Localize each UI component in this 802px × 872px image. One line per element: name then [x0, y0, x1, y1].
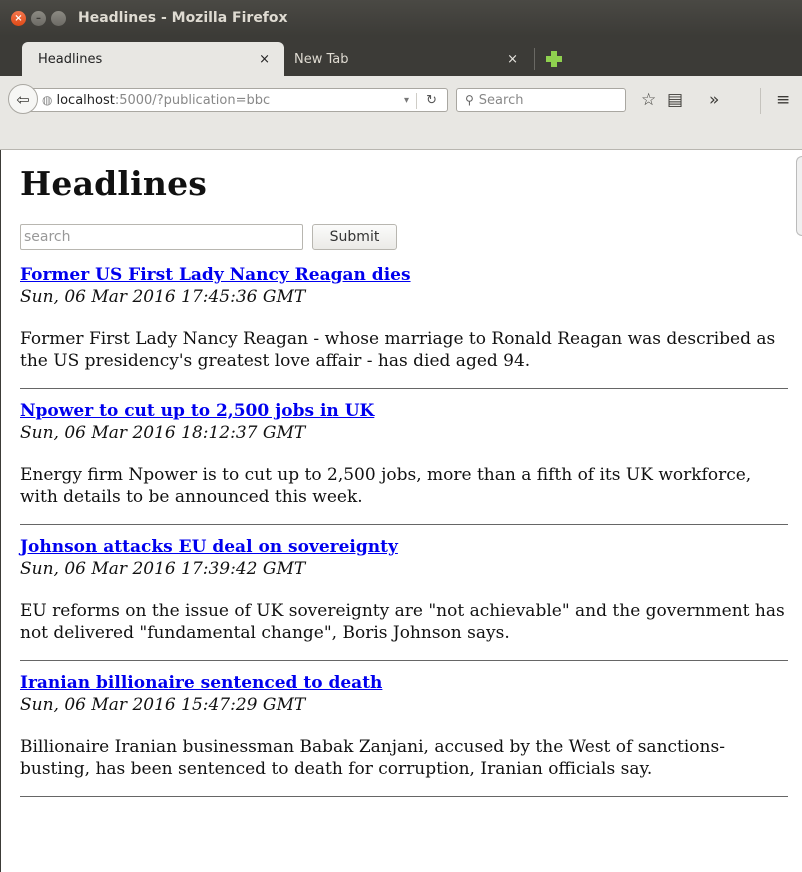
overflow-chevron-icon[interactable]: » — [709, 90, 719, 110]
toolbar-divider — [760, 88, 761, 114]
back-button[interactable]: ⇦ — [8, 84, 38, 114]
page-title: Headlines — [20, 164, 208, 203]
search-icon: ⚲ — [465, 93, 474, 107]
article-summary: EU reforms on the issue of UK sovereignt… — [20, 601, 785, 643]
search-placeholder: Search — [478, 92, 524, 108]
tab-separator — [534, 48, 535, 70]
window-title: Headlines - Mozilla Firefox — [78, 10, 288, 26]
bookmark-star-icon[interactable]: ☆ — [641, 90, 656, 110]
reload-icon[interactable]: ↻ — [426, 93, 437, 108]
url-bar[interactable]: ◍ localhost:5000/?publication=bbc ▾ ↻ — [24, 88, 448, 112]
reading-list-icon[interactable]: ▤ — [667, 90, 683, 110]
window-titlebar: × – Headlines - Mozilla Firefox — [0, 0, 802, 36]
scroll-edge — [796, 156, 802, 236]
page-content: Headlines Submit Former US First Lady Na… — [20, 150, 788, 797]
tab-label: New Tab — [294, 51, 349, 67]
tab-headlines[interactable]: Headlines × — [22, 42, 284, 76]
submit-button[interactable]: Submit — [312, 224, 397, 250]
article-summary: Former First Lady Nancy Reagan - whose m… — [20, 329, 776, 371]
url-separator — [416, 93, 417, 109]
tab-strip: Headlines × New Tab × — [0, 36, 802, 76]
window-maximize-button[interactable] — [51, 10, 66, 26]
article-date: Sun, 06 Mar 2016 15:47:29 GMT — [20, 695, 306, 715]
article-item: Iranian billionaire sentenced to death S… — [20, 672, 788, 797]
article-date: Sun, 06 Mar 2016 17:39:42 GMT — [20, 559, 306, 579]
globe-icon: ◍ — [42, 93, 53, 107]
article-divider — [20, 524, 788, 525]
search-input[interactable] — [20, 224, 303, 250]
url-host: localhost — [56, 92, 115, 108]
window-close-button[interactable]: × — [11, 10, 26, 26]
article-title-link[interactable]: Former US First Lady Nancy Reagan dies — [20, 264, 788, 286]
article-divider — [20, 660, 788, 661]
article-item: Johnson attacks EU deal on sovereignty S… — [20, 536, 788, 661]
article-date: Sun, 06 Mar 2016 18:12:37 GMT — [20, 423, 306, 443]
tab-label: Headlines — [38, 51, 103, 67]
hamburger-menu-icon[interactable]: ≡ — [776, 90, 790, 110]
tab-new-tab[interactable]: New Tab × — [284, 42, 534, 76]
article-title-link[interactable]: Npower to cut up to 2,500 jobs in UK — [20, 400, 788, 422]
search-form: Submit — [20, 223, 788, 251]
page-viewport: Headlines Submit Former US First Lady Na… — [0, 150, 802, 872]
new-tab-plus-icon[interactable] — [546, 51, 562, 67]
article-date: Sun, 06 Mar 2016 17:45:36 GMT — [20, 287, 306, 307]
article-summary: Energy firm Npower is to cut up to 2,500… — [20, 465, 752, 507]
article-divider — [20, 388, 788, 389]
article-title-link[interactable]: Iranian billionaire sentenced to death — [20, 672, 788, 694]
tab-close-icon[interactable]: × — [259, 52, 270, 67]
search-bar[interactable]: ⚲ Search — [456, 88, 626, 112]
article-title-link[interactable]: Johnson attacks EU deal on sovereignty — [20, 536, 788, 558]
article-divider — [20, 796, 788, 797]
window-minimize-button[interactable]: – — [31, 10, 46, 26]
article-summary: Billionaire Iranian businessman Babak Za… — [20, 737, 725, 779]
tab-close-icon[interactable]: × — [507, 52, 518, 67]
back-arrow-icon: ⇦ — [16, 89, 30, 109]
article-item: Former US First Lady Nancy Reagan dies S… — [20, 264, 788, 389]
article-item: Npower to cut up to 2,500 jobs in UK Sun… — [20, 400, 788, 525]
url-path: :5000/?publication=bbc — [114, 92, 271, 108]
history-dropdown-icon[interactable]: ▾ — [404, 95, 409, 106]
navigation-toolbar: ◍ localhost:5000/?publication=bbc ▾ ↻ ⇦ … — [0, 76, 802, 150]
